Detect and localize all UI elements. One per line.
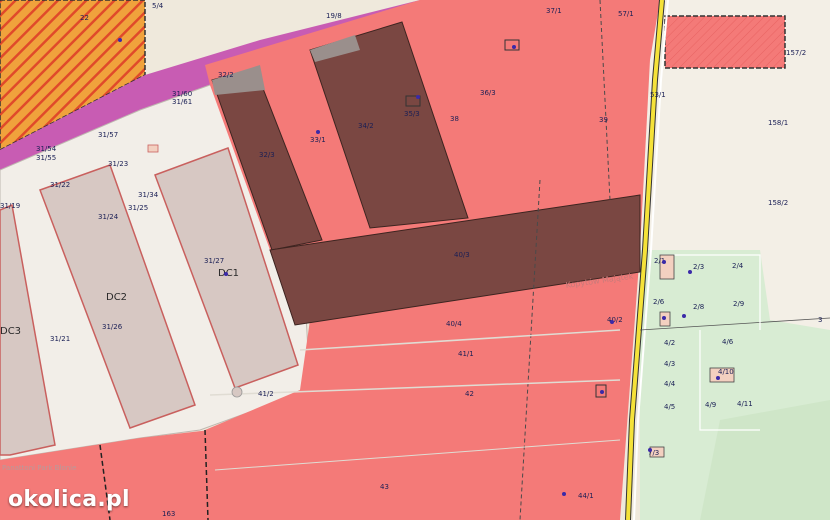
- parcel-label[interactable]: 4/10: [718, 368, 734, 376]
- parcel-label[interactable]: 4/11: [737, 400, 753, 408]
- parcel-label[interactable]: 40/2: [607, 316, 623, 324]
- building-label-dc3[interactable]: DC3: [0, 326, 21, 337]
- parcel-label[interactable]: 36/3: [480, 89, 496, 97]
- parcel-label[interactable]: 32/3: [259, 151, 275, 159]
- parcel-label[interactable]: 43: [380, 483, 389, 491]
- parcel-label[interactable]: 32/2: [218, 71, 234, 79]
- parcel-label[interactable]: 31/54: [36, 145, 57, 153]
- parcel-label[interactable]: 31/61: [172, 98, 192, 106]
- parcel-label[interactable]: 3: [818, 316, 822, 324]
- parcel-label[interactable]: 4/3: [664, 360, 675, 368]
- parcel-label[interactable]: 41/2: [258, 390, 274, 398]
- building-label-dc1[interactable]: DC1: [218, 268, 239, 279]
- parcel-label[interactable]: 35/3: [404, 110, 420, 118]
- parcel-label[interactable]: 158/1: [768, 119, 788, 127]
- parcel-label[interactable]: 4/9: [705, 401, 716, 409]
- parcel-label[interactable]: 42: [465, 390, 474, 398]
- parcel-label[interactable]: 157/2: [786, 49, 806, 57]
- parcel-label[interactable]: 158/2: [768, 199, 788, 207]
- parcel-label[interactable]: 31/34: [138, 191, 159, 199]
- parcel-label[interactable]: 4/6: [722, 338, 734, 346]
- hatched-zone-northeast: [664, 15, 786, 69]
- parcel-label[interactable]: 19/8: [326, 12, 342, 20]
- parcel-label[interactable]: 31/60: [172, 90, 192, 98]
- parcel-label[interactable]: 4/4: [664, 380, 676, 388]
- parcel-label[interactable]: 57/1: [618, 10, 634, 18]
- parcel-label[interactable]: 39: [599, 116, 608, 124]
- parcel-label[interactable]: 44/1: [578, 492, 594, 500]
- building-label-dc2[interactable]: DC2: [106, 292, 127, 303]
- round-object: [231, 386, 243, 398]
- parcel-label[interactable]: 41/1: [458, 350, 474, 358]
- parcel-label[interactable]: 2/4: [732, 262, 744, 270]
- zoning-map[interactable]: 22 5/4 19/8 37/1 32/2 31/60 31/61 31/57 …: [0, 0, 830, 520]
- parcel-label[interactable]: 4/2: [664, 339, 675, 347]
- parcel-label[interactable]: 53/1: [650, 91, 666, 99]
- parcel-label[interactable]: 31/26: [102, 323, 123, 331]
- parcel-label[interactable]: 2/9: [733, 300, 744, 308]
- parcel-label[interactable]: 163: [162, 510, 175, 518]
- parcel-label[interactable]: 31/23: [108, 160, 128, 168]
- parcel-label[interactable]: 4/5: [664, 403, 675, 411]
- parcel-label[interactable]: 5/4: [152, 2, 164, 10]
- park-label: Panattoni Park Błonie: [2, 464, 76, 472]
- okolica-watermark: okolica.pl: [8, 487, 130, 512]
- parcel-label[interactable]: 37/1: [546, 7, 562, 15]
- parcel-label[interactable]: 31/27: [204, 257, 224, 265]
- parcel-label[interactable]: 40/4: [446, 320, 462, 328]
- parcel-label[interactable]: 31/21: [50, 335, 70, 343]
- parcel-label[interactable]: 33/1: [310, 136, 326, 144]
- parcel-label[interactable]: 40/3: [454, 251, 470, 259]
- parcel-label[interactable]: 2/6: [653, 298, 665, 306]
- parcel-label[interactable]: 31/22: [50, 181, 70, 189]
- parcel-label[interactable]: 31/55: [36, 154, 56, 162]
- parcel-label[interactable]: 31/25: [128, 204, 148, 212]
- parcel-label[interactable]: 2/8: [693, 303, 704, 311]
- parcel-label[interactable]: 2/3: [693, 263, 704, 271]
- parcel-label[interactable]: 31/24: [98, 213, 119, 221]
- parcel-label[interactable]: 38: [450, 115, 459, 123]
- parcel-label[interactable]: 22: [80, 14, 89, 22]
- parcel-label[interactable]: 31/19: [0, 202, 20, 210]
- small-building: [147, 144, 159, 153]
- parcel-label[interactable]: 34/2: [358, 122, 374, 130]
- map-canvas[interactable]: 22 5/4 19/8 37/1 32/2 31/60 31/61 31/57 …: [0, 0, 830, 520]
- parcel-label[interactable]: 31/57: [98, 131, 118, 139]
